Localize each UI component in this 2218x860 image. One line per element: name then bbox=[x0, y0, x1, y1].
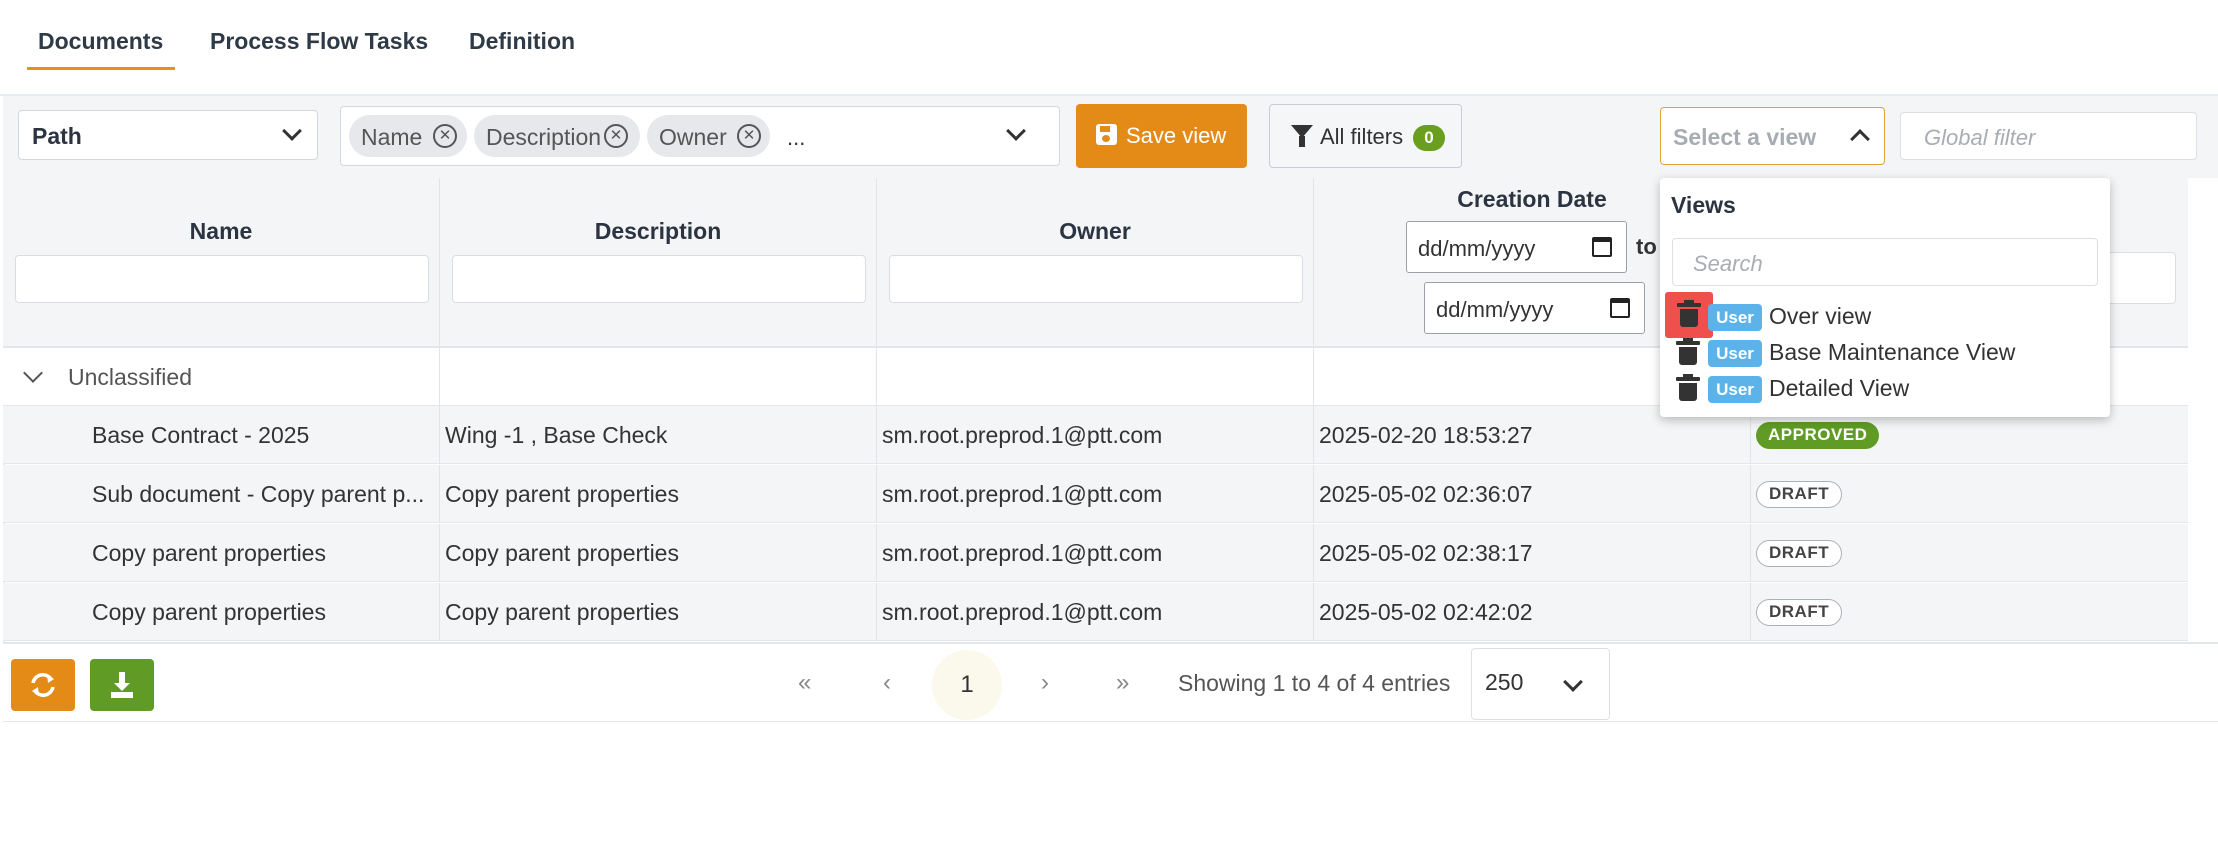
filters-count-badge: 0 bbox=[1413, 125, 1445, 151]
cell-name: Sub document - Copy parent p... bbox=[3, 465, 440, 523]
creation-date-to-input[interactable]: dd/mm/yyyy bbox=[1424, 282, 1645, 334]
download-icon bbox=[111, 672, 133, 698]
table-row[interactable]: Sub document - Copy parent p... Copy par… bbox=[3, 465, 2188, 523]
refresh-icon bbox=[31, 673, 55, 697]
view-item-detailed-view[interactable]: User Detailed View bbox=[1660, 372, 2110, 408]
chevron-down-icon[interactable] bbox=[23, 363, 43, 383]
cell-name: Copy parent properties bbox=[3, 583, 440, 641]
calendar-icon[interactable] bbox=[1592, 237, 1612, 257]
filter-icon bbox=[1291, 125, 1313, 147]
remove-chip-icon[interactable]: ✕ bbox=[604, 124, 628, 148]
view-select[interactable]: Select a view bbox=[1660, 107, 1885, 165]
name-filter-input[interactable] bbox=[15, 255, 429, 303]
chevron-down-icon[interactable] bbox=[1006, 121, 1026, 141]
save-icon bbox=[1096, 124, 1117, 145]
user-badge: User bbox=[1708, 376, 1762, 403]
path-select-value: Path bbox=[32, 123, 82, 149]
download-button[interactable] bbox=[90, 659, 154, 711]
cell-name: Copy parent properties bbox=[3, 524, 440, 582]
group-label: Unclassified bbox=[68, 364, 192, 390]
owner-filter-input[interactable] bbox=[889, 255, 1303, 303]
description-filter-input[interactable] bbox=[452, 255, 866, 303]
save-view-button[interactable]: Save view bbox=[1076, 104, 1247, 168]
column-chip-description: Description ✕ bbox=[474, 115, 640, 157]
column-chip-owner: Owner ✕ bbox=[647, 115, 770, 157]
column-header-name: Name bbox=[3, 178, 440, 348]
cell-owner: sm.root.preprod.1@ptt.com bbox=[877, 406, 1314, 464]
view-select-placeholder: Select a view bbox=[1673, 124, 1817, 150]
tab-documents[interactable]: Documents bbox=[27, 24, 175, 70]
cell-creation-date: 2025-05-02 02:42:02 bbox=[1314, 583, 1751, 641]
table-row[interactable]: Copy parent properties Copy parent prope… bbox=[3, 524, 2188, 582]
current-page-button[interactable]: 1 bbox=[932, 650, 1002, 720]
view-item-base-maintenance-view[interactable]: User Base Maintenance View bbox=[1660, 336, 2110, 372]
cell-description: Copy parent properties bbox=[440, 583, 877, 641]
cell-description: Copy parent properties bbox=[440, 524, 877, 582]
cell-creation-date: 2025-05-02 02:38:17 bbox=[1314, 524, 1751, 582]
first-page-button[interactable]: « bbox=[798, 669, 811, 697]
columns-multiselect[interactable]: Name ✕ Description ✕ Owner ✕ ... bbox=[340, 106, 1060, 166]
column-header-owner: Owner bbox=[877, 178, 1314, 348]
views-dropdown-title: Views bbox=[1671, 192, 1736, 218]
cell-owner: sm.root.preprod.1@ptt.com bbox=[877, 465, 1314, 523]
column-chip-name: Name ✕ bbox=[349, 115, 467, 157]
view-label[interactable]: Over view bbox=[1769, 303, 1871, 330]
remove-chip-icon[interactable]: ✕ bbox=[433, 124, 457, 148]
more-columns-ellipsis: ... bbox=[787, 125, 806, 150]
user-badge: User bbox=[1708, 340, 1762, 367]
entries-info: Showing 1 to 4 of 4 entries bbox=[1178, 670, 1451, 696]
status-badge: DRAFT bbox=[1756, 540, 1843, 567]
cell-creation-date: 2025-05-02 02:36:07 bbox=[1314, 465, 1751, 523]
date-range-separator: to bbox=[1636, 234, 1657, 259]
status-badge: DRAFT bbox=[1756, 481, 1843, 508]
status-badge: APPROVED bbox=[1756, 422, 1880, 449]
cell-owner: sm.root.preprod.1@ptt.com bbox=[877, 583, 1314, 641]
calendar-icon[interactable] bbox=[1610, 298, 1630, 318]
refresh-button[interactable] bbox=[11, 659, 75, 711]
next-page-button[interactable]: › bbox=[1041, 669, 1049, 697]
remove-chip-icon[interactable]: ✕ bbox=[737, 124, 761, 148]
cell-name: Base Contract - 2025 bbox=[3, 406, 440, 464]
trash-icon bbox=[1677, 300, 1701, 327]
views-dropdown: Views Search User Over view User Base Ma… bbox=[1660, 178, 2110, 417]
tab-definition[interactable]: Definition bbox=[469, 24, 575, 70]
tab-bar: Documents Process Flow Tasks Definition bbox=[0, 0, 2218, 96]
views-search-input[interactable]: Search bbox=[1672, 238, 2098, 286]
table-footer: « ‹ 1 › » Showing 1 to 4 of 4 entries 25… bbox=[3, 642, 2218, 722]
status-badge: DRAFT bbox=[1756, 599, 1843, 626]
creation-date-from-input[interactable]: dd/mm/yyyy bbox=[1406, 221, 1627, 273]
chevron-down-icon bbox=[1563, 672, 1583, 692]
trash-icon[interactable] bbox=[1676, 338, 1700, 365]
cell-description: Copy parent properties bbox=[440, 465, 877, 523]
cell-owner: sm.root.preprod.1@ptt.com bbox=[877, 524, 1314, 582]
chevron-down-icon bbox=[282, 121, 302, 141]
column-header-description: Description bbox=[440, 178, 877, 348]
table-row[interactable]: Copy parent properties Copy parent prope… bbox=[3, 583, 2188, 641]
view-label[interactable]: Base Maintenance View bbox=[1769, 339, 2015, 366]
delete-view-button[interactable] bbox=[1665, 292, 1713, 338]
tab-process-flow-tasks[interactable]: Process Flow Tasks bbox=[210, 24, 428, 70]
path-select[interactable]: Path bbox=[18, 110, 318, 160]
user-badge: User bbox=[1708, 304, 1762, 331]
trash-icon[interactable] bbox=[1676, 374, 1700, 401]
all-filters-button[interactable]: All filters 0 bbox=[1269, 104, 1462, 168]
last-page-button[interactable]: » bbox=[1116, 669, 1129, 697]
cell-description: Wing -1 , Base Check bbox=[440, 406, 877, 464]
prev-page-button[interactable]: ‹ bbox=[883, 669, 891, 697]
chevron-up-icon bbox=[1850, 129, 1870, 149]
global-filter-input[interactable]: Global filter bbox=[1900, 112, 2197, 160]
page-size-select[interactable]: 250 bbox=[1471, 648, 1610, 720]
view-label[interactable]: Detailed View bbox=[1769, 375, 1909, 402]
view-item-over-view[interactable]: User Over view bbox=[1660, 292, 2110, 338]
